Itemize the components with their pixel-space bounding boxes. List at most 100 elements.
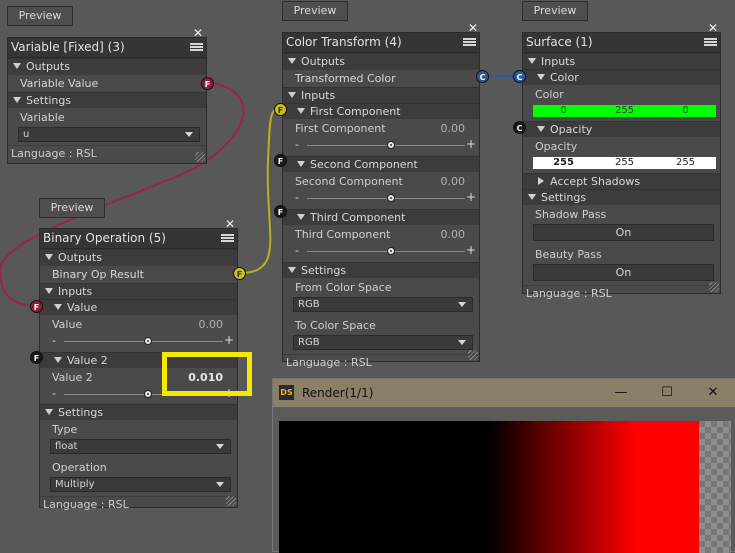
- surface-inputs-section[interactable]: Inputs: [523, 53, 720, 69]
- color-transformed-output: Transformed Color: [283, 69, 479, 87]
- binary-inputs-section[interactable]: Inputs: [40, 283, 237, 299]
- resize-grip-icon[interactable]: [468, 350, 478, 360]
- chevron-down-icon: [185, 132, 193, 137]
- binary-node-title[interactable]: Binary Operation (5): [40, 229, 237, 249]
- surface-preview-button[interactable]: Preview: [522, 1, 588, 21]
- render-canvas: [279, 421, 731, 553]
- variable-value-output: Variable Value: [8, 74, 206, 92]
- binary-value-section[interactable]: Value: [40, 299, 237, 315]
- binary-output-port[interactable]: F: [233, 267, 246, 280]
- slider-knob-icon[interactable]: [387, 247, 395, 255]
- menu-icon[interactable]: [463, 38, 476, 48]
- variable-dropdown[interactable]: u: [18, 127, 200, 142]
- color-third-value: 0.00: [440, 228, 466, 241]
- binary-type-label: Type: [52, 423, 78, 436]
- color-inputs-section[interactable]: Inputs: [283, 87, 479, 103]
- color-first-row: First Component 0.00: [295, 122, 465, 135]
- menu-icon[interactable]: [221, 234, 234, 244]
- surface-settings-section[interactable]: Settings: [523, 189, 720, 205]
- surface-accept-shadows-section[interactable]: Accept Shadows: [523, 173, 720, 189]
- color-third-section[interactable]: Third Component: [283, 209, 479, 225]
- color-preview-button[interactable]: Preview: [282, 1, 348, 21]
- surface-opacity-swatch[interactable]: 255 255 255: [533, 157, 716, 169]
- surface-language: Language : RSL: [523, 285, 720, 301]
- color-transform-node[interactable]: Color Transform (4) Outputs Transformed …: [282, 32, 480, 369]
- binary-value2-input-port[interactable]: F: [30, 351, 43, 364]
- surface-color-section[interactable]: Color: [523, 69, 720, 85]
- surface-opacity-input-port[interactable]: C: [513, 121, 526, 134]
- variable-output-port[interactable]: F: [201, 77, 214, 90]
- color-second-section[interactable]: Second Component: [283, 156, 479, 172]
- slider-knob-icon[interactable]: [387, 194, 395, 202]
- binary-settings-section[interactable]: Settings: [40, 404, 237, 420]
- surface-opacity-section[interactable]: Opacity: [523, 121, 720, 137]
- value2-highlight-box: [162, 352, 252, 396]
- variable-outputs-section[interactable]: Outputs: [8, 58, 206, 74]
- color-from-dropdown[interactable]: RGB: [293, 297, 473, 312]
- variable-settings-section[interactable]: Settings: [8, 92, 206, 108]
- binary-operation-dropdown[interactable]: Multiply: [50, 477, 231, 492]
- menu-icon[interactable]: [704, 38, 717, 48]
- color-first-input-port[interactable]: F: [274, 103, 287, 116]
- color-settings-section[interactable]: Settings: [283, 262, 479, 278]
- variable-node[interactable]: Variable [Fixed] (3) Outputs Variable Va…: [7, 37, 207, 164]
- surface-beauty-pass-toggle[interactable]: On: [533, 264, 714, 281]
- wire-binary-to-color: [243, 107, 281, 274]
- render-image: [279, 421, 699, 553]
- binary-value-slider[interactable]: - +: [40, 333, 237, 348]
- color-first-section[interactable]: First Component: [283, 103, 479, 119]
- surface-color-input-port[interactable]: C: [513, 70, 526, 83]
- chevron-down-icon: [216, 482, 224, 487]
- menu-icon[interactable]: [190, 43, 203, 53]
- surface-opacity-label: Opacity: [535, 140, 578, 153]
- app-logo-icon: DS: [279, 385, 294, 400]
- color-third-slider[interactable]: - +: [283, 243, 479, 258]
- surface-shadow-pass-label: Shadow Pass: [535, 208, 607, 221]
- surface-node[interactable]: Surface (1) Inputs Color Color 0 255 0 Opa…: [522, 32, 721, 300]
- close-icon[interactable]: ✕: [690, 379, 735, 407]
- binary-result-output: Binary Op Result: [40, 265, 237, 283]
- resize-grip-icon[interactable]: [709, 282, 719, 292]
- binary-type-dropdown[interactable]: float: [50, 439, 231, 454]
- chevron-down-icon: [216, 444, 224, 449]
- color-from-label: From Color Space: [295, 281, 392, 294]
- render-window[interactable]: DS Render(1/1) — ☐ ✕: [272, 378, 735, 553]
- color-third-input-port[interactable]: F: [274, 205, 287, 218]
- color-outputs-section[interactable]: Outputs: [283, 53, 479, 69]
- binary-value-input-port[interactable]: F: [30, 300, 43, 313]
- maximize-icon[interactable]: ☐: [644, 379, 690, 407]
- surface-shadow-pass-toggle[interactable]: On: [533, 224, 714, 241]
- variable-language: Language : RSL: [8, 145, 206, 161]
- slider-knob-icon[interactable]: [144, 337, 152, 345]
- minimize-icon[interactable]: —: [598, 379, 644, 407]
- color-to-label: To Color Space: [295, 319, 376, 332]
- color-node-title[interactable]: Color Transform (4): [283, 33, 479, 53]
- color-output-port[interactable]: C: [476, 70, 489, 83]
- color-second-row: Second Component 0.00: [295, 175, 466, 188]
- binary-value-row: Value 0.00: [52, 318, 224, 331]
- resize-grip-icon[interactable]: [195, 152, 205, 162]
- slider-knob-icon[interactable]: [144, 390, 152, 398]
- color-second-value: 0.00: [440, 175, 466, 188]
- chevron-down-icon: [458, 302, 466, 307]
- variable-preview-button[interactable]: Preview: [7, 6, 73, 26]
- color-second-input-port[interactable]: F: [274, 154, 287, 167]
- surface-node-title[interactable]: Surface (1): [523, 33, 720, 53]
- color-to-dropdown[interactable]: RGB: [293, 335, 473, 350]
- color-second-slider[interactable]: - +: [283, 190, 479, 205]
- slider-knob-icon[interactable]: [387, 141, 395, 149]
- binary-preview-button[interactable]: Preview: [39, 198, 105, 218]
- color-first-slider[interactable]: - +: [283, 137, 479, 152]
- variable-label: Variable: [20, 111, 65, 124]
- render-titlebar[interactable]: DS Render(1/1) — ☐ ✕: [273, 379, 735, 407]
- resize-grip-icon[interactable]: [226, 496, 236, 506]
- chevron-right-icon: [538, 177, 544, 185]
- binary-operation-label: Operation: [52, 461, 107, 474]
- surface-color-swatch[interactable]: 0 255 0: [533, 105, 716, 117]
- binary-value-number: 0.00: [198, 318, 224, 331]
- binary-language: Language : RSL: [40, 496, 237, 512]
- binary-outputs-section[interactable]: Outputs: [40, 249, 237, 265]
- surface-beauty-pass-label: Beauty Pass: [535, 248, 602, 261]
- variable-node-title[interactable]: Variable [Fixed] (3): [8, 38, 206, 58]
- color-third-row: Third Component 0.00: [295, 228, 466, 241]
